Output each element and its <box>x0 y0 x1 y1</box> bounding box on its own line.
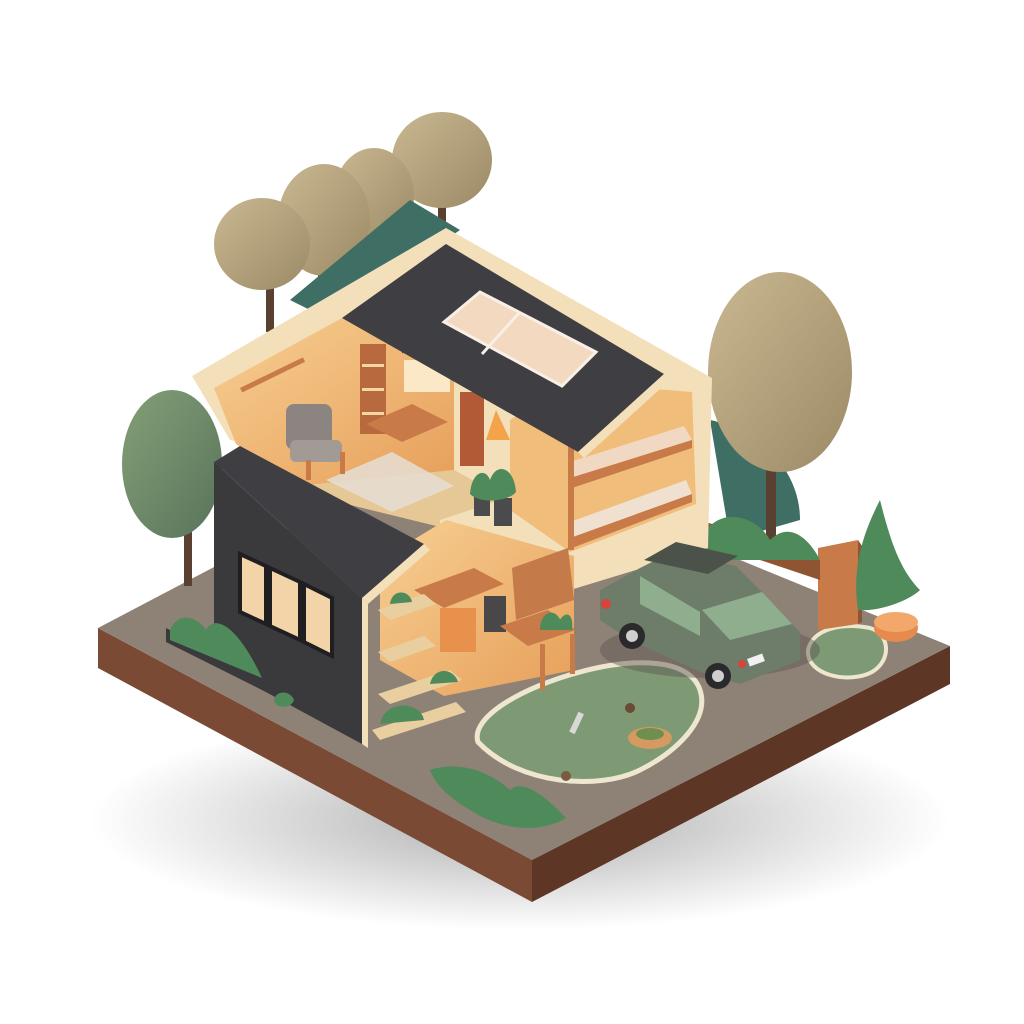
annex-window <box>238 550 268 628</box>
bunk-post <box>568 440 574 550</box>
annex-cut-edge <box>362 598 368 748</box>
table-leg <box>540 644 545 690</box>
bookcase-shelf <box>362 364 384 367</box>
table-leg <box>570 634 575 674</box>
lawn-rock <box>625 703 635 713</box>
orange-stool-top <box>874 612 918 632</box>
right-tree <box>708 272 852 560</box>
car-wheel-hub <box>712 670 724 682</box>
plant-pot <box>494 498 512 526</box>
tree-canopy <box>708 272 852 472</box>
interior-door <box>460 392 484 466</box>
car-headlight <box>601 599 611 609</box>
armchair-leg <box>340 452 345 474</box>
car-wheel-hub <box>626 630 638 642</box>
tree-canopy <box>214 198 310 290</box>
armchair-leg <box>306 460 311 480</box>
bookcase-shelf <box>362 412 384 415</box>
left-tree <box>122 390 222 586</box>
tree-canopy-green <box>122 390 222 538</box>
lawn-rock <box>561 771 571 781</box>
bookcase-shelf <box>362 388 384 391</box>
stump-planter-top <box>636 728 664 740</box>
annex-window <box>268 564 302 644</box>
armchair-seat <box>290 440 342 462</box>
bush <box>856 500 920 611</box>
house-scene <box>90 112 950 930</box>
fence-panel <box>818 540 858 630</box>
car-taillight <box>738 660 746 668</box>
kitchen-cabinet <box>440 608 476 652</box>
annex-window <box>302 580 334 660</box>
